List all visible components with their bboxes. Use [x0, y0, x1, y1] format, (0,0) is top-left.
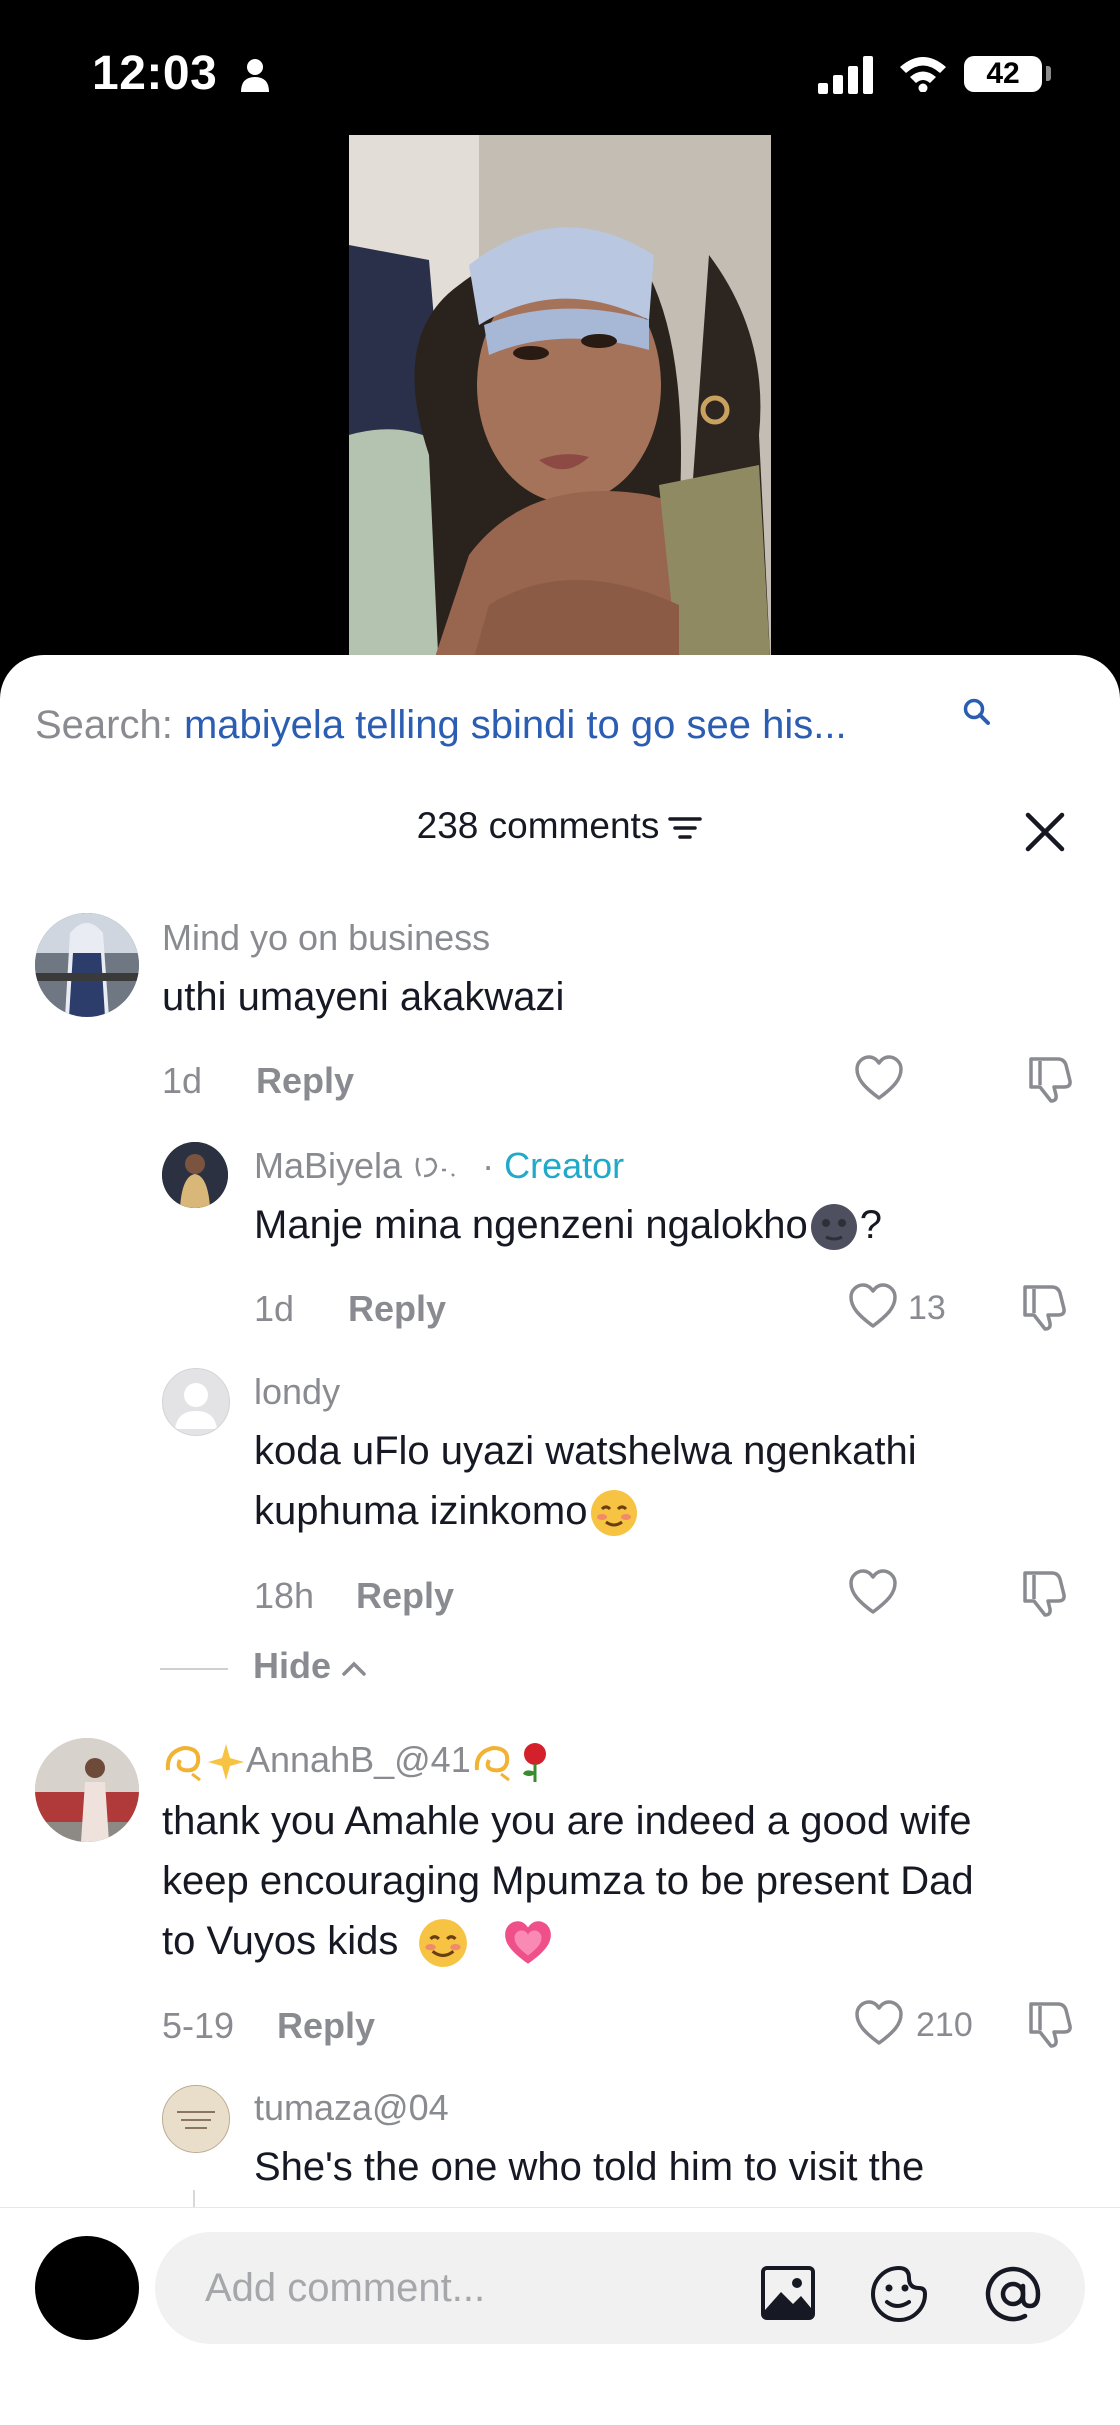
status-time: 12:03 — [92, 47, 218, 100]
smiling-face-emoji-icon — [590, 1490, 637, 1537]
comment-input-placeholder[interactable]: Add comment... — [205, 2266, 485, 2311]
comment-text-line: to Vuyos kids — [162, 1911, 555, 1971]
video-preview[interactable] — [349, 135, 771, 675]
comment-text: She's the one who told him to visit the — [254, 2145, 925, 2189]
username-separator: · — [482, 1145, 495, 1186]
search-suggestion[interactable]: Search: mabiyela telling sbindi to go se… — [35, 703, 847, 748]
dislike-icon[interactable] — [1020, 1567, 1068, 1617]
dislike-icon[interactable] — [1026, 1053, 1074, 1103]
dislike-icon[interactable] — [1026, 1998, 1074, 2048]
status-bar: 12:03 42 — [0, 0, 1120, 140]
dislike-icon[interactable] — [1020, 1281, 1068, 1331]
heart-icon[interactable] — [848, 1283, 898, 1329]
comment-text-main: Manje mina ngenzeni ngalokho — [254, 1203, 808, 1247]
comment-text: uthi umayeni akakwazi — [162, 975, 565, 1019]
battery-indicator: 42 — [964, 56, 1042, 92]
avatar[interactable] — [162, 1368, 230, 1436]
comment-text: Manje mina ngenzeni ngalokho? — [254, 1195, 882, 1255]
comment-text-line: keep encouraging Mpumza to be present Da… — [162, 1859, 974, 1903]
username-text: MaBiyela — [254, 1145, 403, 1186]
hide-divider — [160, 1668, 228, 1670]
comment-username[interactable]: AnnahB_@41 — [162, 1739, 555, 1784]
image-icon[interactable] — [759, 2264, 817, 2322]
comment-username[interactable]: tumaza@04 — [254, 2087, 449, 2129]
comment-text-line2: kuphuma izinkomo — [254, 1489, 588, 1533]
sticker-icon[interactable] — [869, 2264, 929, 2324]
hide-replies-button[interactable]: Hide — [253, 1645, 367, 1687]
my-avatar[interactable] — [35, 2236, 139, 2340]
symbol-glyph-icon — [415, 1158, 455, 1178]
mention-icon[interactable] — [983, 2264, 1043, 2324]
new-moon-face-emoji-icon — [810, 1204, 857, 1251]
comment-bar: Add comment... — [0, 2207, 1120, 2425]
comment-text-line: thank you Amahle you are indeed a good w… — [162, 1799, 972, 1843]
comments-header: 238 comments — [0, 805, 1120, 847]
wifi-icon — [900, 57, 946, 92]
filter-icon[interactable] — [667, 813, 703, 843]
chevron-up-icon — [342, 1662, 366, 1677]
smiling-face-emoji-icon — [418, 1919, 467, 1968]
comment-age: 1d — [162, 1060, 203, 1101]
comment-text-line3: to Vuyos kids — [162, 1919, 399, 1963]
dizzy-emoji-icon — [474, 1746, 510, 1782]
creator-badge: Creator — [504, 1145, 625, 1186]
dizzy-emoji-icon — [165, 1746, 201, 1782]
video-frame — [349, 135, 771, 675]
comment-text-suffix: ? — [859, 1203, 882, 1247]
person-icon — [241, 59, 269, 92]
like-count: 210 — [916, 2006, 973, 2044]
rose-emoji-icon — [522, 1743, 546, 1783]
hide-label: Hide — [253, 1645, 332, 1686]
comment-age: 1d — [254, 1288, 295, 1329]
comments-sheet: Search: mabiyela telling sbindi to go se… — [0, 655, 1120, 2424]
comment-username[interactable]: Mind yo on business — [162, 917, 490, 959]
avatar[interactable] — [162, 2085, 230, 2153]
avatar[interactable] — [35, 1738, 139, 1842]
heart-icon[interactable] — [854, 1055, 904, 1101]
comments-count: 238 comments — [416, 805, 660, 846]
close-icon[interactable] — [1024, 811, 1066, 853]
reply-button[interactable]: Reply — [348, 1288, 446, 1330]
sparkles-emoji-icon — [208, 1744, 244, 1781]
comment-text-line: koda uFlo uyazi watshelwa ngenkathi — [254, 1429, 917, 1473]
search-query[interactable]: mabiyela telling sbindi to go see his... — [184, 703, 847, 747]
comment-username[interactable]: MaBiyela · Creator — [254, 1145, 624, 1187]
battery-tip — [1046, 66, 1051, 81]
signal-icon — [818, 56, 873, 94]
heart-icon[interactable] — [854, 2000, 904, 2046]
comment-age: 18h — [254, 1575, 315, 1616]
growing-heart-emoji-icon — [504, 1921, 551, 1965]
reply-button[interactable]: Reply — [277, 2005, 375, 2047]
comment-age: 5-19 — [162, 2005, 235, 2046]
default-avatar-icon — [175, 1383, 217, 1429]
avatar-image — [163, 2086, 229, 2152]
comment-text-line: kuphuma izinkomo — [254, 1481, 640, 1541]
heart-icon[interactable] — [848, 1569, 898, 1615]
comment-username[interactable]: londy — [254, 1371, 340, 1413]
like-count: 13 — [908, 1289, 946, 1327]
avatar[interactable] — [35, 913, 139, 1017]
comment-input[interactable]: Add comment... — [155, 2232, 1085, 2344]
avatar-image — [162, 1142, 228, 1208]
avatar-image — [35, 1738, 139, 1842]
avatar[interactable] — [162, 1142, 228, 1208]
search-icon[interactable] — [962, 697, 992, 727]
reply-button[interactable]: Reply — [356, 1575, 454, 1617]
avatar-image — [35, 913, 139, 1017]
search-label: Search: — [35, 703, 173, 747]
reply-button[interactable]: Reply — [256, 1060, 354, 1102]
username-text: AnnahB_@41 — [246, 1739, 471, 1780]
